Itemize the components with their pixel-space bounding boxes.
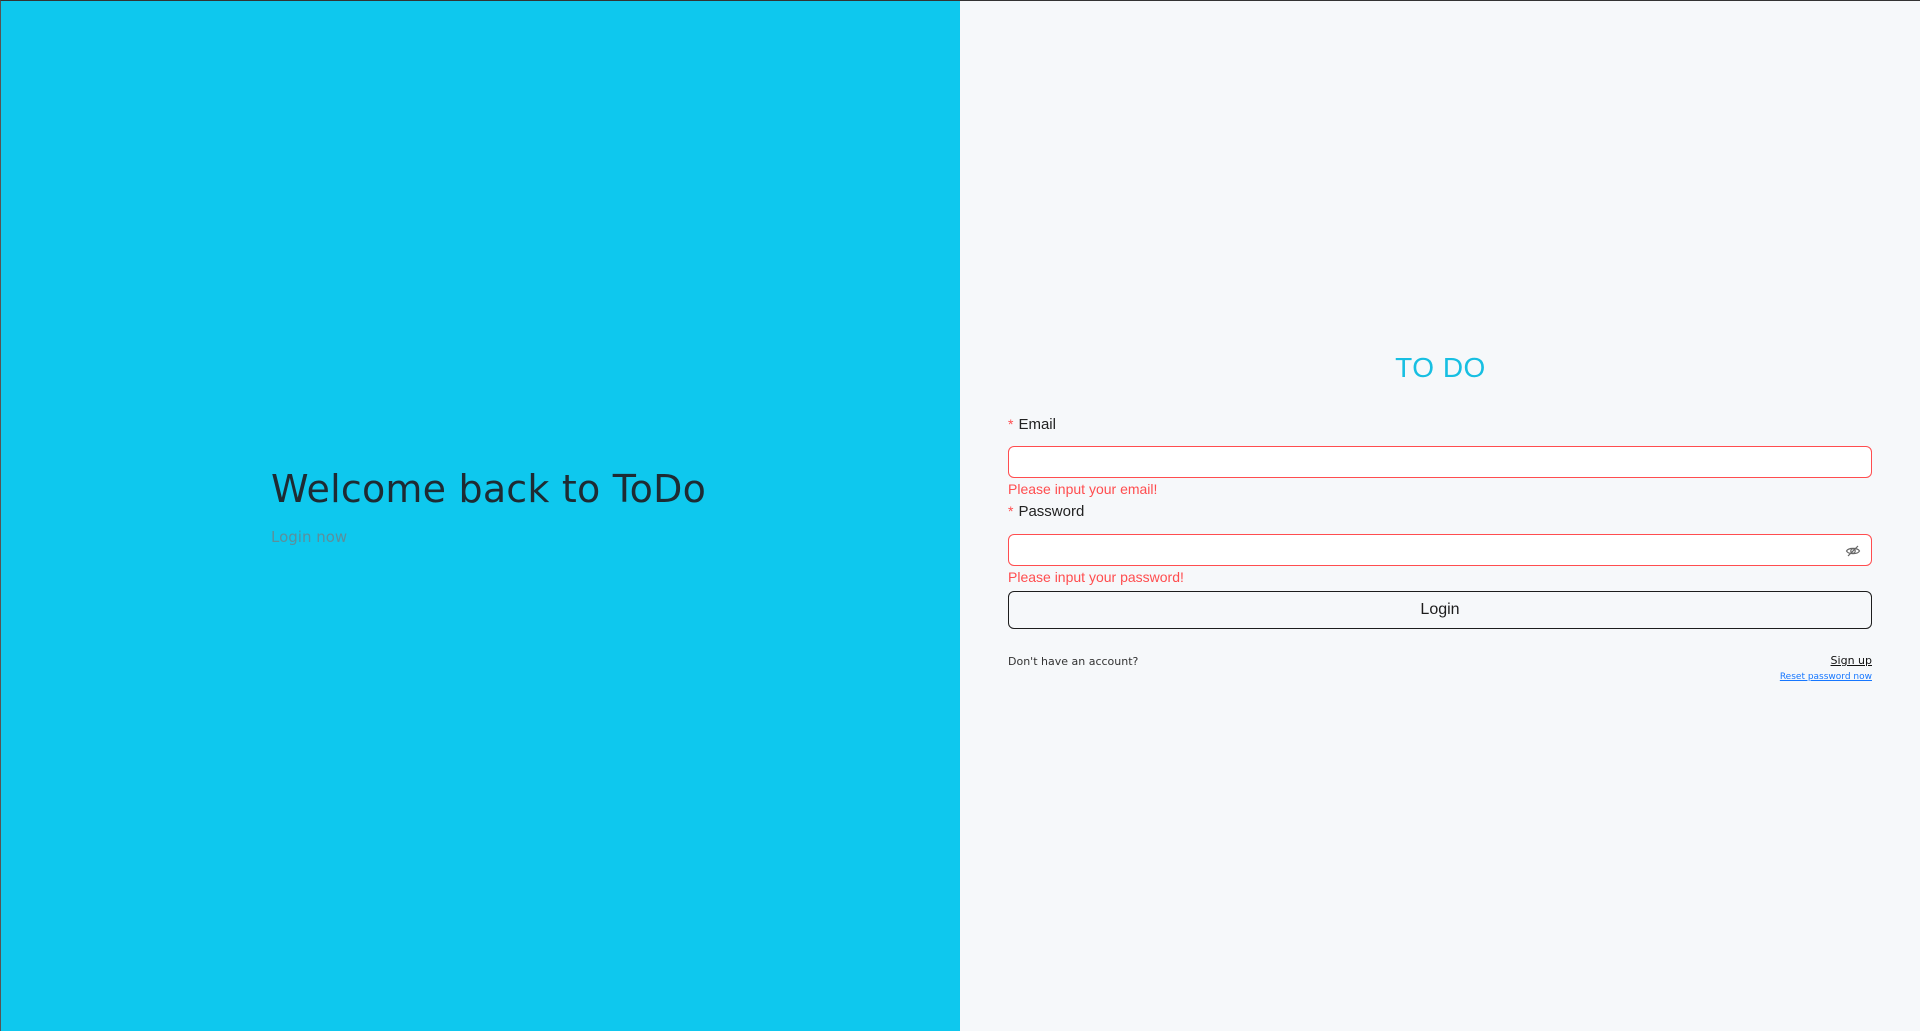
welcome-title: Welcome back to ToDo [271, 467, 707, 511]
password-label: * Password [1008, 503, 1084, 520]
email-label: * Email [1008, 416, 1056, 433]
reset-password-link[interactable]: Reset password now [1780, 672, 1872, 682]
email-field[interactable] [1009, 447, 1871, 477]
password-field[interactable] [1009, 535, 1871, 565]
email-error: Please input your email! [1008, 481, 1158, 497]
brand-title: TO DO [1395, 352, 1486, 383]
password-error: Please input your password! [1008, 569, 1184, 585]
signup-link[interactable]: Sign up [1831, 654, 1872, 667]
required-mark: * [1008, 503, 1014, 519]
welcome-panel: Welcome back to ToDo Login now [1, 1, 960, 1031]
email-label-text: Email [1018, 416, 1056, 433]
eye-invisible-icon[interactable] [1845, 543, 1861, 559]
password-label-text: Password [1018, 503, 1085, 520]
password-field-wrapper [1008, 534, 1872, 566]
welcome-subtitle: Login now [271, 528, 348, 546]
login-panel: TO DO * Email Please input your email! * P… [960, 1, 1920, 1031]
login-button[interactable]: Login [1008, 591, 1872, 629]
login-page: Welcome back to ToDo Login now TO DO * Em… [0, 0, 1920, 1031]
required-mark: * [1008, 416, 1014, 432]
email-field-wrapper [1008, 446, 1872, 478]
no-account-text: Don't have an account? [1008, 655, 1139, 668]
